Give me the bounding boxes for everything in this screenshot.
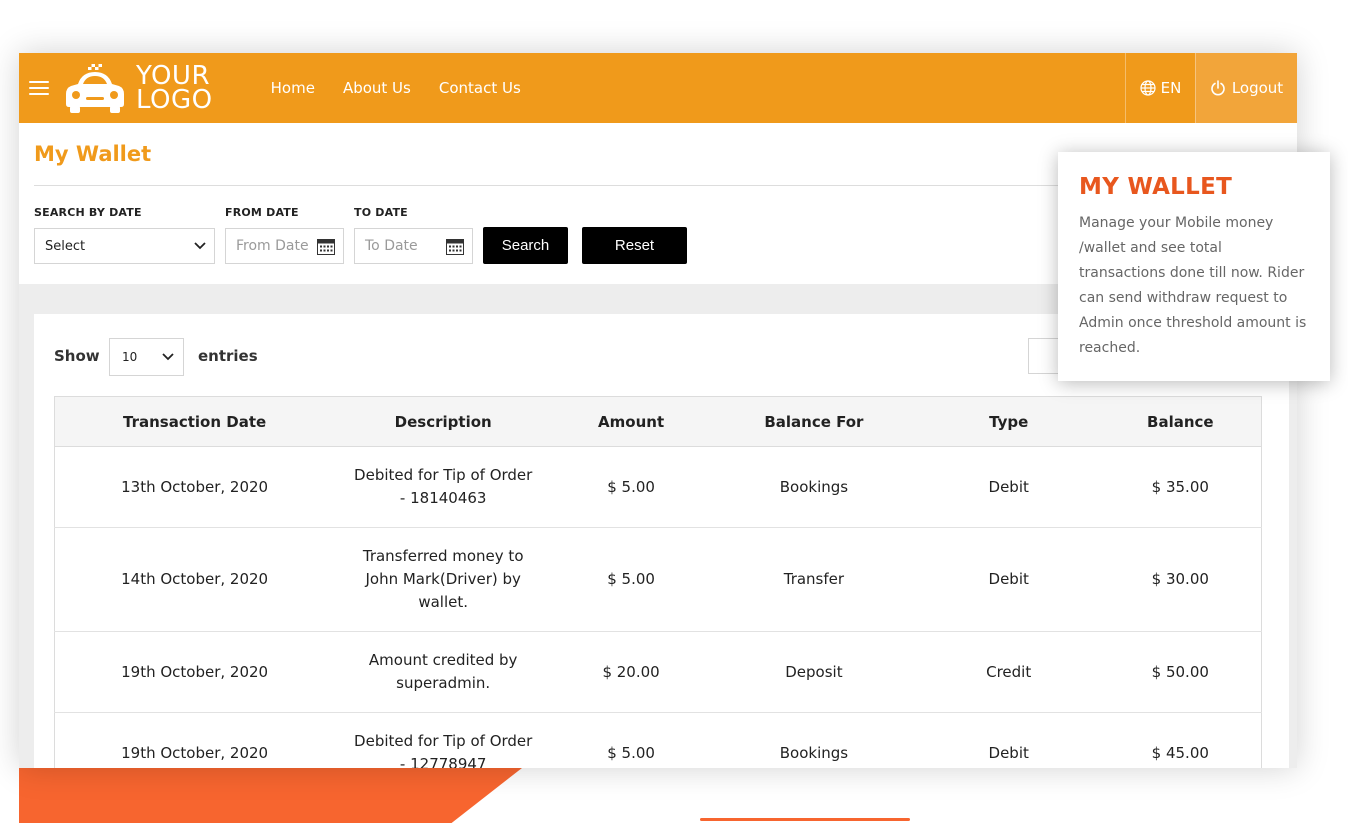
entries-per-page-select[interactable]: 10: [109, 338, 184, 376]
logout-button[interactable]: Logout: [1195, 53, 1297, 123]
tooltip-body: Manage your Mobile money /wallet and see…: [1079, 215, 1307, 356]
globe-icon: [1140, 80, 1156, 96]
to-date-input[interactable]: To Date: [354, 228, 473, 264]
decorative-orange-line: [700, 818, 910, 821]
power-icon: [1211, 80, 1225, 96]
column-type[interactable]: Type: [917, 396, 1100, 447]
entries-label: entries: [198, 347, 258, 365]
decorative-orange-shape: [19, 768, 522, 823]
top-header: YOUR LOGO Home About Us Contact Us EN Lo…: [19, 53, 1297, 123]
from-date-label: FROM DATE: [225, 206, 299, 219]
tooltip-title: MY WALLET: [1079, 174, 1233, 200]
table-row: 19th October, 2020 Debited for Tip of Or…: [54, 712, 1262, 768]
from-date-input[interactable]: From Date: [225, 228, 344, 264]
transactions-table: Transaction Date Description Amount Bala…: [54, 396, 1262, 768]
column-amount[interactable]: Amount: [552, 396, 711, 447]
to-date-label: TO DATE: [354, 206, 408, 219]
calendar-icon[interactable]: [446, 238, 464, 255]
main-nav: Home About Us Contact Us: [271, 79, 521, 97]
chevron-down-icon: [194, 242, 206, 250]
language-selector[interactable]: EN: [1125, 53, 1195, 123]
hamburger-menu-icon[interactable]: [29, 81, 49, 95]
column-description[interactable]: Description: [334, 396, 553, 447]
search-by-date-label: SEARCH BY DATE: [34, 206, 142, 219]
logout-label: Logout: [1231, 79, 1284, 97]
column-transaction-date[interactable]: Transaction Date: [54, 396, 335, 447]
show-label: Show: [54, 347, 100, 365]
nav-home[interactable]: Home: [271, 79, 315, 97]
table-row: 13th October, 2020 Debited for Tip of Or…: [54, 446, 1262, 528]
logo-text: YOUR LOGO: [136, 61, 213, 115]
reset-button[interactable]: Reset: [582, 227, 687, 264]
column-balance[interactable]: Balance: [1099, 396, 1262, 447]
chevron-down-icon: [162, 353, 174, 361]
wallet-info-tooltip: MY WALLET Manage your Mobile money /wall…: [1058, 152, 1330, 381]
search-by-date-select[interactable]: Select: [34, 228, 215, 264]
language-label: EN: [1160, 79, 1182, 97]
table-row: 14th October, 2020 Transferred money to …: [54, 527, 1262, 632]
nav-contact-us[interactable]: Contact Us: [439, 79, 521, 97]
search-button[interactable]: Search: [483, 227, 568, 264]
taxi-car-icon: [66, 64, 124, 113]
nav-about-us[interactable]: About Us: [343, 79, 411, 97]
divider: [34, 185, 1084, 186]
logo[interactable]: YOUR LOGO: [64, 62, 213, 114]
calendar-icon[interactable]: [317, 238, 335, 255]
page-title: My Wallet: [34, 142, 152, 166]
column-balance-for[interactable]: Balance For: [710, 396, 918, 447]
table-header-row: Transaction Date Description Amount Bala…: [54, 396, 1262, 447]
table-row: 19th October, 2020 Amount credited by su…: [54, 631, 1262, 713]
